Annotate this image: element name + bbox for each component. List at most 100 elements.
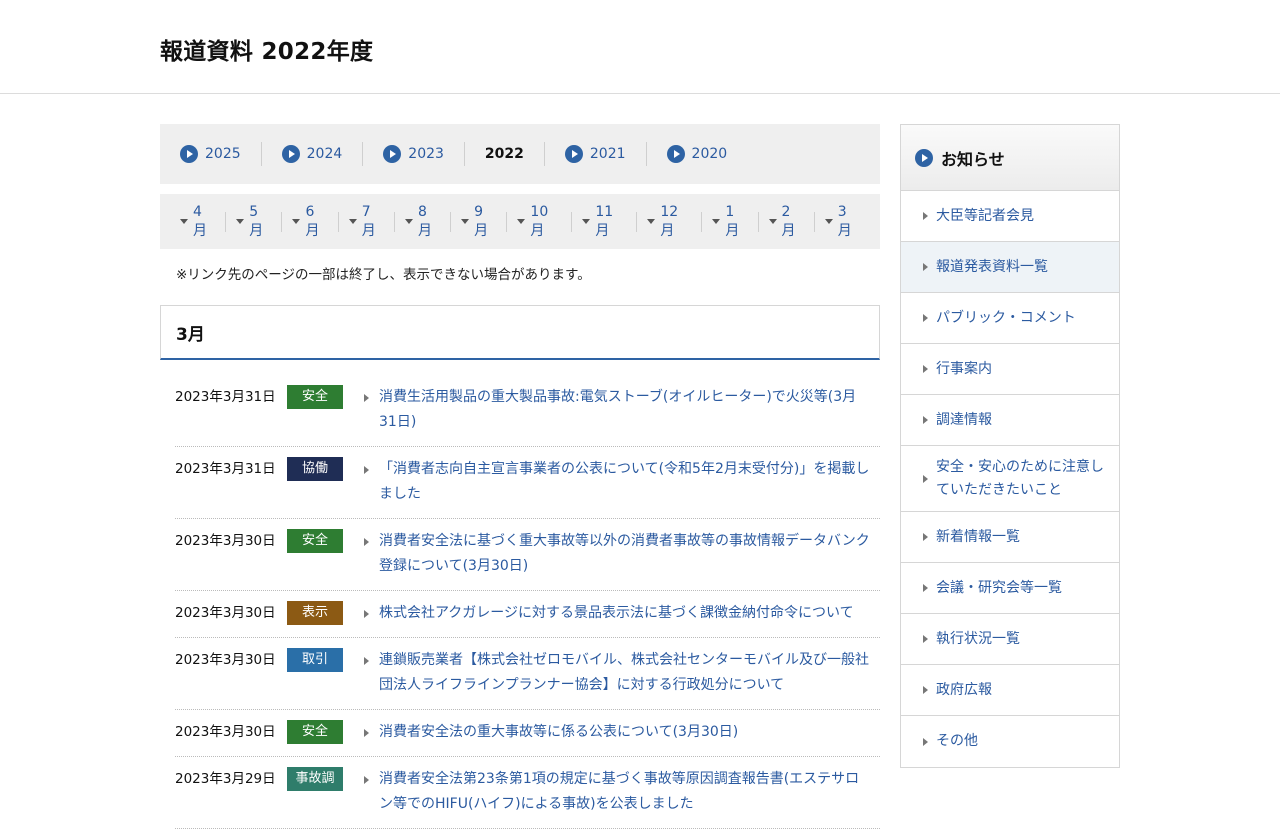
- sidebar-heading: お知らせ: [901, 125, 1119, 191]
- month-heading: 3月: [160, 305, 880, 360]
- year-label: 2025: [205, 146, 241, 162]
- sidebar-item[interactable]: パブリック・コメント: [901, 293, 1119, 344]
- month-link[interactable]: 4月: [180, 204, 227, 239]
- month-label: 6月: [305, 203, 320, 239]
- notice-text: ※リンク先のページの一部は終了し、表示できない場合があります。: [176, 267, 591, 283]
- month-link[interactable]: 3月: [824, 204, 870, 239]
- month-link[interactable]: 9月: [461, 204, 508, 239]
- category-badge: 安全: [287, 529, 343, 553]
- month-label: 10月: [530, 203, 549, 239]
- month-link[interactable]: 8月: [404, 204, 452, 239]
- sidebar-item-label: 政府広報: [936, 681, 992, 698]
- triangle-right-icon: [364, 657, 369, 665]
- month-label: 8月: [417, 203, 432, 239]
- news-date: 2023年3月31日: [175, 461, 276, 477]
- sidebar-item[interactable]: 執行状況一覧: [901, 614, 1119, 665]
- circle-arrow-icon: [666, 145, 685, 163]
- sidebar: お知らせ 大臣等記者会見 報道発表資料一覧パブリック・コメント 行事案内 調達情報安全…: [900, 124, 1120, 768]
- triangle-right-icon: [364, 538, 369, 546]
- triangle-down-icon: [180, 219, 188, 224]
- triangle-right-icon: [923, 584, 928, 592]
- sidebar-item[interactable]: 行事案内: [901, 344, 1119, 395]
- month-link[interactable]: 6月: [292, 204, 339, 239]
- category-badge: 安全: [287, 385, 343, 409]
- triangle-right-icon: [923, 686, 928, 694]
- triangle-right-icon: [923, 365, 928, 373]
- circle-arrow-icon: [915, 148, 933, 167]
- year-label: 2024: [306, 146, 343, 162]
- sidebar-item-label: 安全・安心のために注意していただきたいこと: [936, 458, 1104, 498]
- triangle-down-icon: [348, 219, 357, 224]
- month-label: 9月: [474, 203, 489, 239]
- sidebar-item[interactable]: 政府広報: [901, 665, 1119, 716]
- triangle-right-icon: [923, 533, 928, 541]
- month-link[interactable]: 12月: [647, 204, 703, 239]
- triangle-down-icon: [824, 219, 833, 224]
- sidebar-item[interactable]: 新着情報一覧: [901, 512, 1119, 563]
- news-link[interactable]: 株式会社アクガレージに対する景品表示法に基づく課徴金納付命令について: [364, 601, 880, 626]
- category-badge: 事故調: [287, 767, 343, 791]
- news-row: 2023年3月31日 協働 「消費者志向自主宣言事業者の公表について(令和5年2月末…: [175, 447, 880, 519]
- triangle-right-icon: [923, 474, 928, 483]
- triangle-down-icon: [768, 219, 777, 224]
- year-link-2025[interactable]: 2025: [180, 142, 262, 166]
- year-link-2020[interactable]: 2020: [666, 142, 748, 166]
- month-link[interactable]: 10月: [517, 204, 573, 239]
- triangle-down-icon: [582, 219, 591, 224]
- month-link[interactable]: 2月: [768, 204, 815, 239]
- sidebar-item-label: 大臣等記者会見: [936, 207, 1034, 224]
- sidebar-heading-label: お知らせ: [941, 149, 1005, 169]
- sidebar-item-label: 会議・研究会等一覧: [936, 579, 1062, 596]
- month-label: 7月: [361, 203, 376, 239]
- sidebar-item[interactable]: 会議・研究会等一覧: [901, 563, 1119, 614]
- page-header: 報道資料 2022年度: [0, 0, 1280, 94]
- news-title: 株式会社アクガレージに対する景品表示法に基づく課徴金納付命令について: [379, 605, 854, 621]
- month-link[interactable]: 7月: [348, 204, 395, 239]
- year-link-2024[interactable]: 2024: [281, 142, 364, 166]
- year-link-2021[interactable]: 2021: [564, 142, 647, 166]
- news-link[interactable]: 消費者安全法の重大事故等に係る公表について(3月30日): [364, 720, 880, 745]
- triangle-right-icon: [923, 212, 928, 220]
- sidebar-item-label: 新着情報一覧: [936, 528, 1020, 545]
- triangle-right-icon: [364, 394, 369, 402]
- sidebar-item[interactable]: その他: [901, 716, 1119, 767]
- sidebar-item[interactable]: 大臣等記者会見: [901, 191, 1119, 242]
- sidebar-item-label: 報道発表資料一覧: [936, 258, 1048, 275]
- news-date: 2023年3月31日: [175, 389, 276, 405]
- news-date: 2023年3月30日: [175, 605, 276, 621]
- triangle-down-icon: [292, 219, 301, 224]
- month-link[interactable]: 11月: [582, 204, 638, 239]
- month-link[interactable]: 5月: [236, 204, 283, 239]
- sidebar-item[interactable]: 安全・安心のために注意していただきたいこと: [901, 446, 1119, 512]
- news-date: 2023年3月30日: [175, 533, 276, 549]
- month-label: 1月: [725, 203, 740, 239]
- triangle-right-icon: [923, 314, 928, 322]
- triangle-right-icon: [364, 466, 369, 474]
- year-link-2023[interactable]: 2023: [383, 142, 465, 166]
- news-title: 消費生活用製品の重大製品事故:電気ストーブ(オイルヒーター)で火災等(3月31日…: [379, 389, 857, 430]
- sidebar-item-label: 執行状況一覧: [936, 630, 1020, 647]
- month-label: 5月: [249, 203, 264, 239]
- category-badge: 表示: [287, 601, 343, 625]
- circle-arrow-icon: [281, 145, 300, 163]
- triangle-down-icon: [236, 219, 245, 224]
- news-row: 2023年3月30日 取引 連鎖販売業者【株式会社ゼロモバイル、株式会社センターモバ…: [175, 638, 880, 710]
- sidebar-item[interactable]: 報道発表資料一覧: [901, 242, 1119, 293]
- month-link[interactable]: 1月: [712, 204, 759, 239]
- triangle-right-icon: [364, 610, 369, 618]
- triangle-down-icon: [712, 219, 721, 224]
- news-link[interactable]: 消費生活用製品の重大製品事故:電気ストーブ(オイルヒーター)で火災等(3月31日…: [364, 385, 880, 435]
- triangle-down-icon: [517, 219, 526, 224]
- news-row: 2023年3月30日 安全 消費者安全法に基づく重大事故等以外の消費者事故等の事故情…: [175, 519, 880, 591]
- news-link[interactable]: 消費者安全法第23条第1項の規定に基づく事故等原因調査報告書(エステサロン等での…: [364, 767, 880, 817]
- news-link[interactable]: 消費者安全法に基づく重大事故等以外の消費者事故等の事故情報データバンク登録につい…: [364, 529, 880, 579]
- news-link[interactable]: 「消費者志向自主宣言事業者の公表について(令和5年2月末受付分)」を掲載しました: [364, 457, 880, 507]
- year-link-2022: 2022: [485, 142, 545, 166]
- category-badge: 安全: [287, 720, 343, 744]
- circle-arrow-icon: [180, 145, 198, 163]
- sidebar-item[interactable]: 調達情報: [901, 395, 1119, 446]
- sidebar-list: 大臣等記者会見 報道発表資料一覧パブリック・コメント 行事案内 調達情報安全・安心のた…: [901, 191, 1119, 767]
- news-link[interactable]: 連鎖販売業者【株式会社ゼロモバイル、株式会社センターモバイル及び一般社団法人ライ…: [364, 648, 880, 698]
- triangle-right-icon: [923, 635, 928, 643]
- year-label: 2022: [484, 146, 524, 162]
